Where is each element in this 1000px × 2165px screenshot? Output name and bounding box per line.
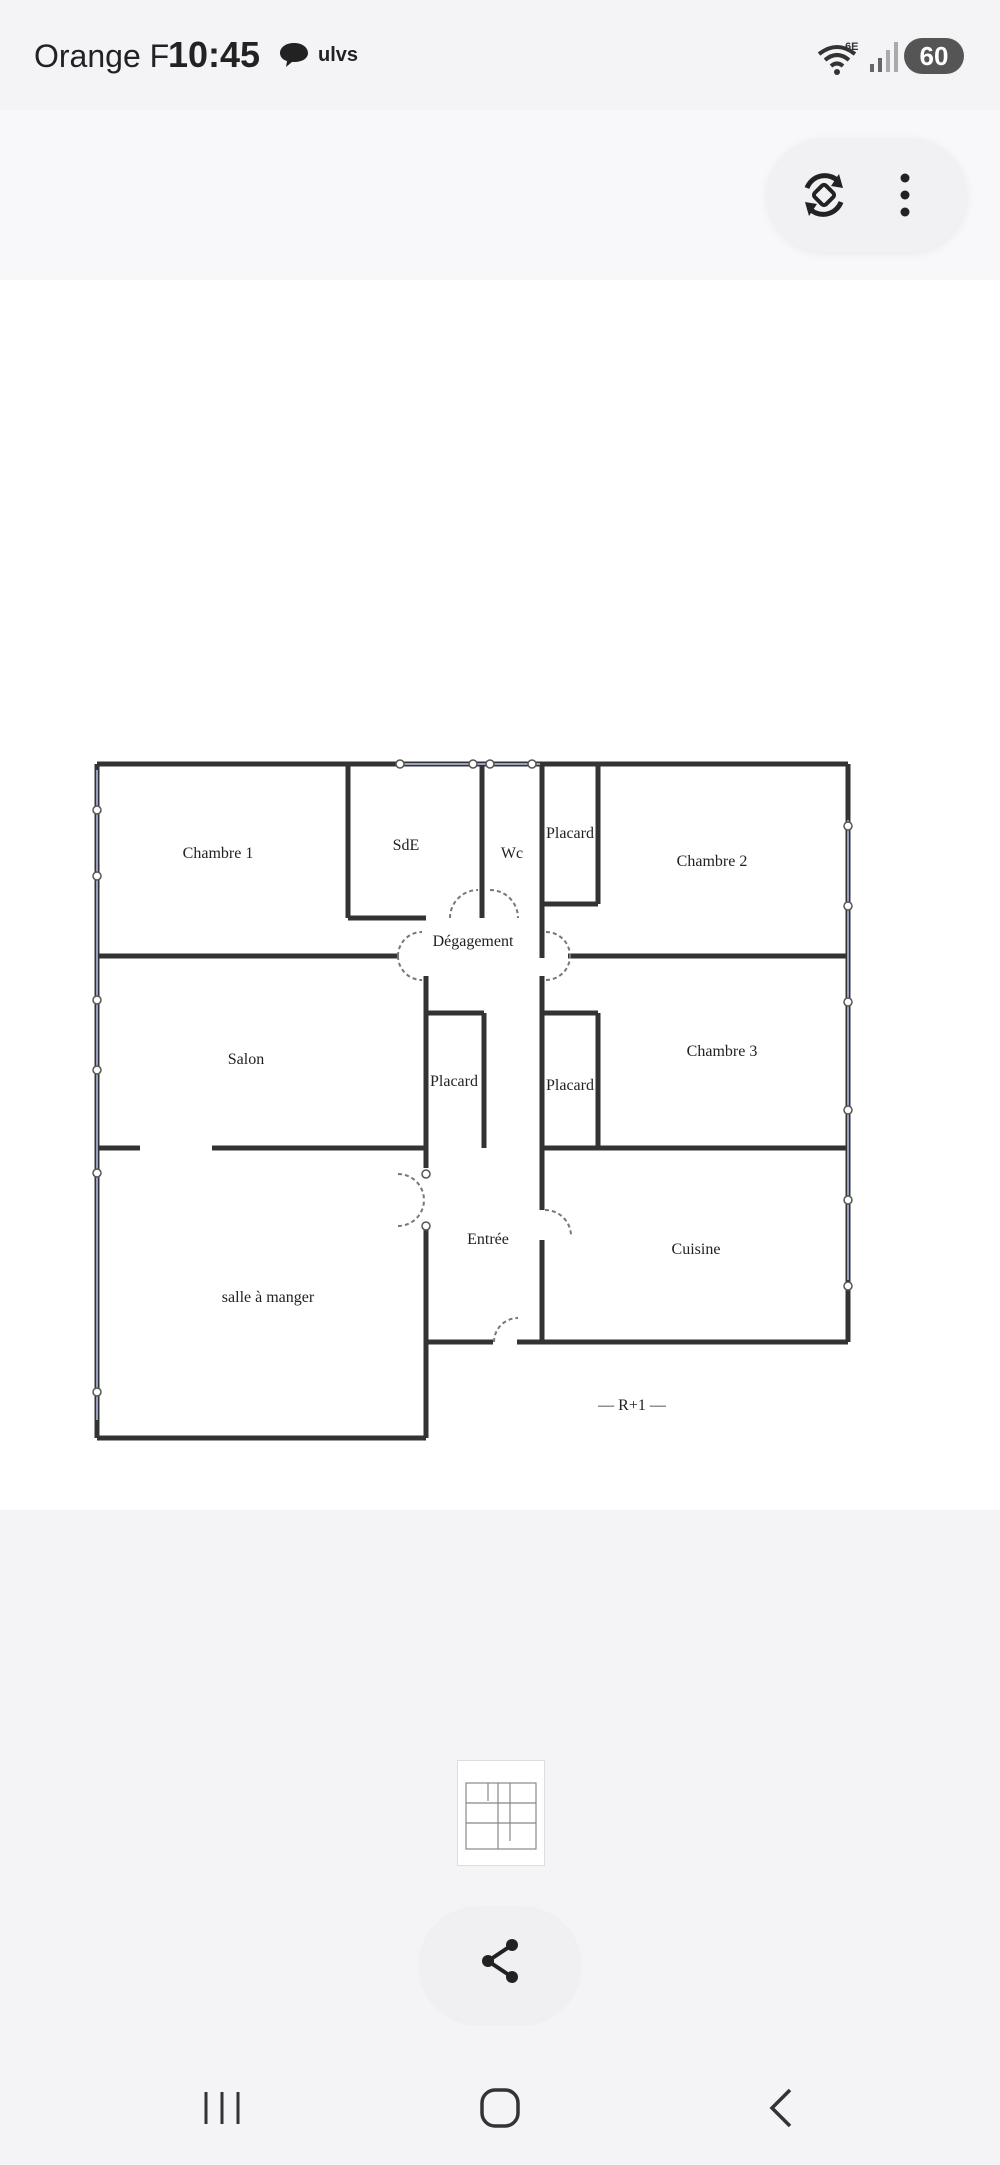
notification-label: ulvs [318, 44, 359, 66]
room-label-salle-a-manger: salle à manger [222, 1289, 315, 1306]
recent-apps-icon[interactable] [200, 2088, 244, 2128]
room-label-chambre3: Chambre 3 [687, 1043, 758, 1060]
thumbnail-image[interactable] [457, 1760, 545, 1866]
floorplan-image: Chambre 1 SdE Wc Placard Chambre 2 Dégag… [92, 759, 853, 1441]
room-label-sde: SdE [393, 837, 420, 854]
room-label-entree: Entrée [467, 1231, 509, 1248]
more-vertical-icon[interactable] [885, 166, 925, 224]
clock: 10:45 [168, 34, 261, 75]
carrier-label: Orange F [34, 38, 170, 74]
signal-icon [870, 42, 898, 72]
room-label-placard-top: Placard [546, 825, 594, 842]
back-icon[interactable] [766, 2086, 796, 2130]
share-icon[interactable] [478, 1936, 522, 1986]
room-label-wc: Wc [501, 845, 523, 862]
room-label-chambre1: Chambre 1 [183, 845, 254, 862]
status-bar: Orange F 10:45 ulvs 6E 60 [0, 0, 1000, 110]
room-label-degagement: Dégagement [433, 933, 514, 950]
level-label: — R+1 — [597, 1397, 667, 1414]
room-label-placard-left: Placard [430, 1073, 478, 1090]
rotate-icon[interactable] [795, 166, 853, 224]
room-label-chambre2: Chambre 2 [677, 853, 748, 870]
network-type: 6E [845, 41, 858, 53]
wifi-icon: 6E [817, 41, 858, 75]
room-label-salon: Salon [228, 1051, 264, 1068]
home-icon[interactable] [478, 2086, 522, 2130]
message-icon [280, 43, 308, 67]
room-label-cuisine: Cuisine [672, 1241, 721, 1258]
battery-badge: 60 [904, 38, 964, 74]
room-label-placard-right: Placard [546, 1077, 594, 1094]
